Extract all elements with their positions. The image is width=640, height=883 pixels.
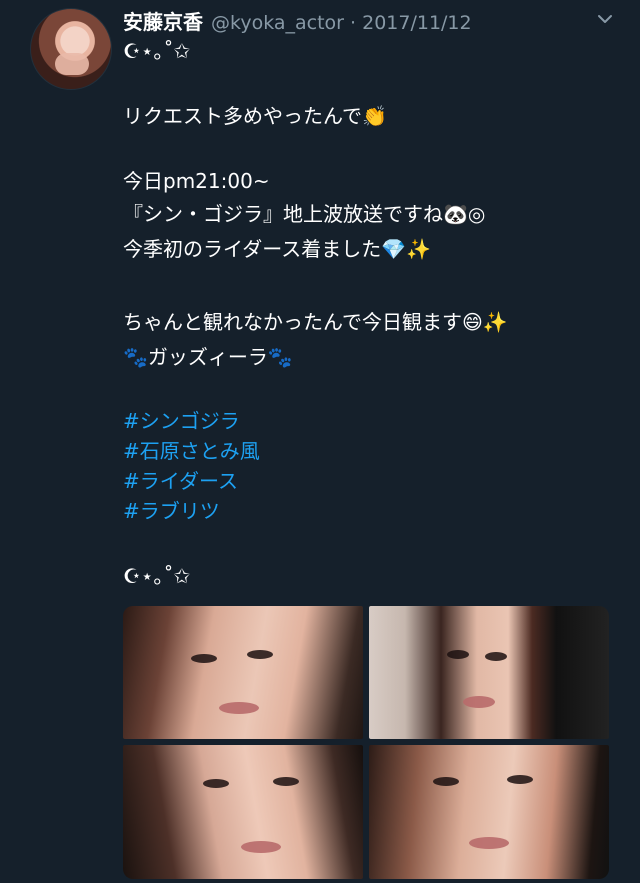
photo-1[interactable]: [123, 606, 363, 739]
tweet-line-decoration: ☪︎⋆｡˚✩: [123, 39, 191, 63]
tweet-line-godzilla: 🐾ガッズィーラ🐾: [123, 345, 293, 369]
photo-2[interactable]: [369, 606, 609, 739]
hashtag-link[interactable]: #ライダース: [123, 466, 238, 496]
photo-3[interactable]: [123, 745, 363, 879]
hashtag-link[interactable]: #石原さとみ風: [123, 436, 260, 466]
tweet-line-time: 今日pm21:00~: [123, 169, 270, 193]
tweet-line-decoration-end: ☪︎⋆｡˚✩: [123, 564, 191, 588]
tweet-header: 安藤京香 @kyoka_actor · 2017/11/12: [123, 6, 620, 38]
author-handle-date[interactable]: @kyoka_actor · 2017/11/12: [211, 12, 472, 34]
tweet-line-riders: 今季初のライダース着ました💎✨: [123, 237, 432, 261]
tweet-line-watch: ちゃんと観れなかったんで今日観ます😄✨: [123, 310, 508, 334]
tweet-line-request: リクエスト多めやったんで👏: [123, 104, 387, 128]
chevron-down-icon[interactable]: [596, 10, 614, 28]
photo-grid: [123, 606, 609, 879]
photo-4[interactable]: [369, 745, 609, 879]
author-name[interactable]: 安藤京香: [123, 6, 203, 35]
tweet-line-broadcast: 『シン・ゴジラ』地上波放送ですね🐼◎: [123, 202, 486, 226]
hashtag-link[interactable]: #シンゴジラ: [123, 406, 240, 436]
hashtag-link[interactable]: #ラブリツ: [123, 496, 220, 526]
avatar[interactable]: [30, 8, 112, 90]
